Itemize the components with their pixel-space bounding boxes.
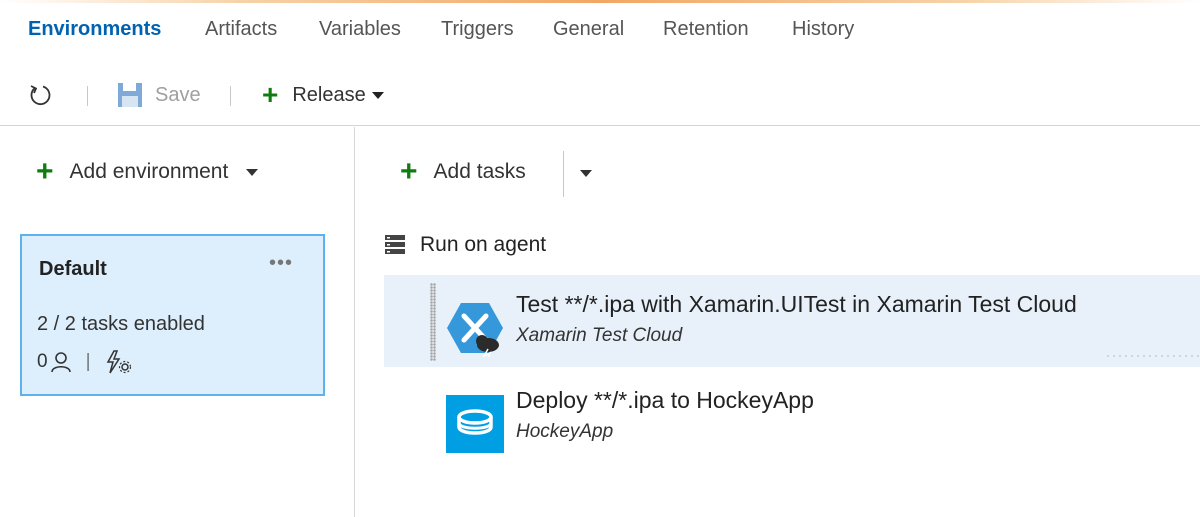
task-row[interactable]: Deploy **/*.ipa to HockeyApp HockeyApp [384, 371, 1200, 463]
save-icon [118, 83, 142, 107]
plus-icon: + [262, 79, 279, 110]
save-button[interactable]: Save [117, 80, 201, 110]
meta-separator: | [85, 351, 91, 372]
refresh-button[interactable] [28, 80, 52, 110]
tab-environments[interactable]: Environments [28, 18, 161, 41]
tab-artifacts[interactable]: Artifacts [205, 18, 277, 41]
add-tasks-separator [563, 151, 564, 197]
add-tasks-button[interactable]: + Add tasks [400, 157, 526, 187]
more-options-icon[interactable]: ••• [269, 252, 293, 275]
toolbar: Save + Release [0, 62, 1200, 126]
tab-triggers[interactable]: Triggers [441, 18, 514, 41]
environments-pane: + Add environment Default ••• 2 / 2 task… [0, 127, 355, 517]
add-tasks-label: Add tasks [433, 160, 526, 183]
tasks-pane: + Add tasks Run on agent Test **/*.ipa w… [356, 127, 1200, 517]
toolbar-separator [230, 86, 231, 106]
refresh-icon [30, 85, 51, 106]
save-label: Save [155, 83, 201, 106]
chevron-down-icon [246, 168, 259, 176]
task-title: Test **/*.ipa with Xamarin.UITest in Xam… [516, 291, 1077, 317]
drag-handle[interactable] [430, 283, 436, 361]
tab-general[interactable]: General [553, 18, 624, 41]
task-title: Deploy **/*.ipa to HockeyApp [516, 387, 814, 413]
tasks-enabled-count: 2 / 2 tasks enabled [37, 313, 205, 335]
add-environment-button[interactable]: + Add environment [36, 155, 259, 188]
add-environment-label: Add environment [69, 160, 229, 183]
xamarin-icon [447, 303, 503, 357]
phase-label: Run on agent [420, 233, 547, 256]
task-row[interactable]: Test **/*.ipa with Xamarin.UITest in Xam… [384, 275, 1200, 367]
chevron-down-icon [371, 91, 384, 99]
environment-card[interactable]: Default ••• 2 / 2 tasks enabled 0 | [20, 234, 325, 396]
tab-retention[interactable]: Retention [663, 18, 749, 41]
task-subtitle: Xamarin Test Cloud [516, 325, 683, 346]
tab-history[interactable]: History [792, 18, 854, 41]
tab-bar: Environments Artifacts Variables Trigger… [0, 0, 1200, 62]
trigger-settings-icon[interactable] [105, 350, 131, 374]
approvers-count: 0 [37, 351, 48, 372]
plus-icon: + [36, 155, 54, 188]
task-subtitle: HockeyApp [516, 421, 614, 442]
plus-icon: + [400, 155, 418, 188]
release-button[interactable]: + Release [262, 80, 384, 110]
person-icon[interactable] [50, 351, 72, 373]
hockeyapp-icon [446, 395, 504, 453]
environment-name: Default [39, 258, 107, 280]
environment-meta: 0 | [37, 350, 131, 374]
tab-variables[interactable]: Variables [319, 18, 401, 41]
phase-header[interactable]: Run on agent [384, 233, 546, 257]
release-label: Release [292, 83, 366, 106]
add-tasks-dropdown-icon[interactable] [580, 170, 592, 177]
selection-indicator [1105, 355, 1200, 357]
toolbar-separator [87, 86, 88, 106]
server-icon [385, 235, 405, 254]
